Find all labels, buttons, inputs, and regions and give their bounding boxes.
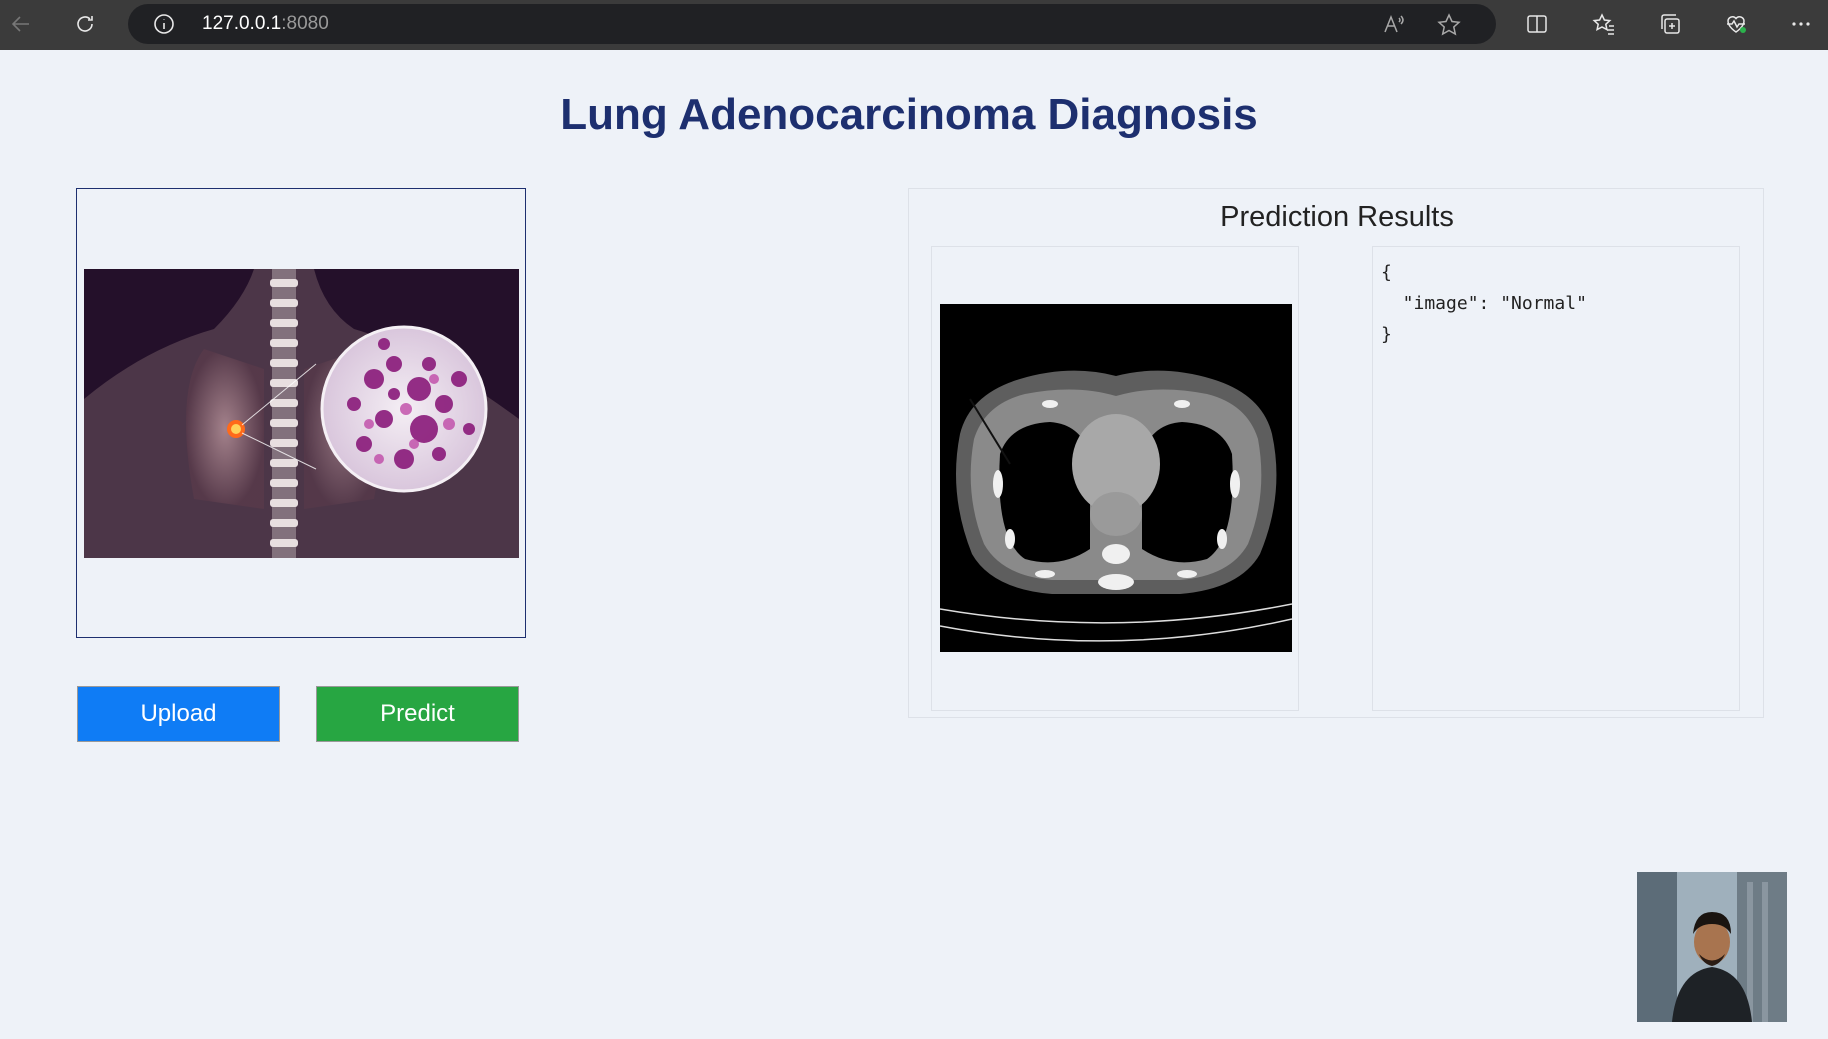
url-text[interactable]: 127.0.0.1:8080 — [202, 13, 329, 35]
info-icon[interactable] — [152, 12, 176, 36]
refresh-icon[interactable] — [70, 9, 100, 39]
prediction-results-panel: Prediction Results {"image": "Normal"} — [908, 188, 1764, 718]
predict-button[interactable]: Predict — [316, 686, 519, 742]
split-screen-icon[interactable] — [1522, 9, 1552, 39]
result-json-box: { "image": "Normal" } — [1372, 246, 1740, 711]
favorites-icon[interactable] — [1589, 9, 1619, 39]
prediction-json: { "image": "Normal" } — [1381, 262, 1587, 345]
page-body: Lung Adenocarcinoma Diagnosis Upload Pre… — [0, 50, 1828, 1039]
ct-scan-image — [939, 304, 1293, 652]
back-icon[interactable] — [6, 9, 36, 39]
favorite-star-icon[interactable] — [1436, 12, 1462, 38]
performance-icon[interactable] — [1721, 9, 1751, 39]
more-icon[interactable] — [1786, 9, 1816, 39]
upload-button[interactable]: Upload — [77, 686, 280, 742]
address-bar[interactable]: 127.0.0.1:8080 — [128, 4, 1496, 44]
results-title: Prediction Results — [1220, 201, 1454, 233]
upload-preview-frame — [76, 188, 526, 638]
result-image-box — [931, 246, 1299, 711]
collections-icon[interactable] — [1655, 9, 1685, 39]
lung-illustration-image — [84, 269, 519, 558]
read-aloud-icon[interactable] — [1381, 12, 1407, 38]
url-port: :8080 — [281, 13, 329, 34]
page-title: Lung Adenocarcinoma Diagnosis — [560, 90, 1258, 139]
url-host: 127.0.0.1 — [202, 13, 282, 34]
user-avatar-photo — [1637, 872, 1787, 1022]
browser-toolbar: 127.0.0.1:8080 — [0, 0, 1828, 50]
